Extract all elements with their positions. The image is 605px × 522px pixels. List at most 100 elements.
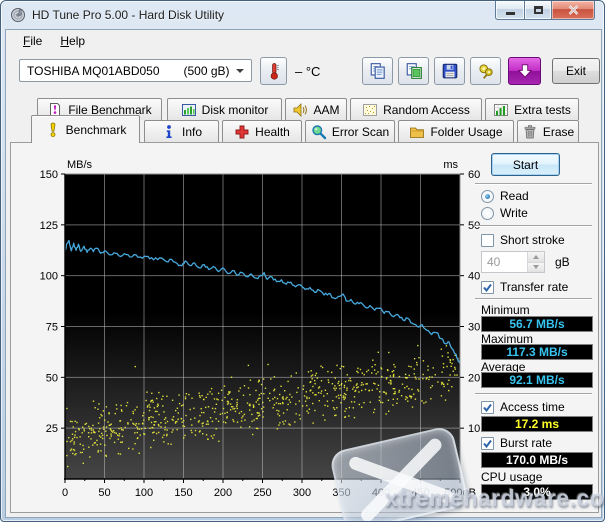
write-radio[interactable]: Write (481, 206, 528, 220)
divider (475, 225, 592, 227)
checkbox-checked-icon (481, 400, 494, 414)
burst-rate-value: 170.0 MB/s (481, 452, 593, 468)
benchmark-controls: Start Read Write Short stroke 40 gB Tran… (471, 143, 597, 512)
options-button[interactable] (470, 57, 501, 85)
tab-info[interactable]: Info (144, 120, 219, 142)
copy-screenshot-button[interactable] (398, 57, 429, 85)
svg-text:150: 150 (174, 487, 192, 499)
svg-text:50: 50 (98, 487, 110, 499)
minimum-label: Minimum (481, 303, 530, 317)
svg-text:300: 300 (293, 487, 311, 499)
start-button[interactable]: Start (491, 153, 560, 176)
triangle-down-icon (533, 265, 539, 270)
svg-text:450: 450 (411, 487, 429, 499)
check-icon (483, 283, 492, 292)
cpu-usage-value: 3.0% (481, 484, 593, 500)
window-controls (495, 1, 595, 20)
disk-monitor-icon (181, 103, 196, 116)
drive-model: TOSHIBA MQ01ABD050 (27, 63, 160, 78)
window-title: HD Tune Pro 5.00 - Hard Disk Utility (32, 8, 225, 22)
read-radio[interactable]: Read (481, 189, 529, 203)
tab-extra-tests[interactable]: Extra tests (485, 98, 579, 120)
thermometer-icon (270, 63, 279, 80)
burst-rate-checkbox[interactable]: Burst rate (481, 436, 552, 450)
menubar: File Help (6, 30, 601, 52)
copy-to-clipboard-button[interactable] (362, 57, 393, 85)
toolbar: TOSHIBA MQ01ABD050 (500 gB) – °C Exit (6, 52, 601, 96)
maximum-value: 117.3 MB/s (481, 344, 593, 360)
svg-text:200: 200 (214, 487, 232, 499)
transfer-rate-checkbox[interactable]: Transfer rate (481, 280, 568, 294)
save-icon (442, 63, 457, 79)
cpu-usage-label: CPU usage (481, 470, 543, 484)
update-check-button[interactable] (508, 57, 541, 85)
svg-text:125: 125 (40, 220, 58, 232)
spinner-value: 40 (487, 255, 501, 269)
app-disk-icon (11, 8, 25, 22)
copy-image-icon (406, 63, 422, 79)
exit-button[interactable]: Exit (552, 58, 600, 84)
check-icon (483, 439, 492, 448)
tab-error-scan[interactable]: Error Scan (305, 120, 395, 142)
access-time-checkbox[interactable]: Access time (481, 400, 565, 414)
trash-icon (524, 124, 536, 138)
info-icon (166, 124, 172, 138)
copy-icon (370, 63, 385, 79)
svg-text:400: 400 (372, 487, 390, 499)
health-cross-icon (235, 125, 249, 138)
folder-icon (410, 127, 425, 138)
svg-text:25: 25 (46, 423, 58, 435)
tab-disk-monitor[interactable]: Disk monitor (167, 98, 282, 120)
minimum-value: 56.7 MB/s (481, 316, 593, 332)
minimize-button[interactable] (495, 1, 524, 20)
radio-selected-icon (481, 189, 494, 203)
divider (475, 183, 592, 185)
benchmark-chart: 0 50 100 150 200 250 300 350 400 450 500gB 150 125 10… (27, 151, 482, 507)
svg-text:150: 150 (40, 169, 58, 181)
checkbox-checked-icon (481, 436, 494, 450)
spinner-down-button[interactable] (528, 262, 544, 272)
menu-help[interactable]: Help (51, 31, 94, 51)
svg-text:0: 0 (62, 487, 68, 499)
extra-tests-icon (494, 103, 509, 116)
tab-aam[interactable]: AAM (285, 98, 347, 120)
svg-text:100: 100 (40, 271, 58, 283)
maximize-button[interactable] (524, 1, 552, 20)
tab-benchmark[interactable]: Benchmark (31, 115, 140, 143)
svg-text:ms: ms (443, 159, 458, 171)
options-icon (478, 64, 493, 79)
benchmark-icon (50, 122, 56, 137)
tab-random-access[interactable]: Random Access (350, 98, 482, 120)
close-icon (568, 5, 578, 15)
chart-canvas: 0 50 100 150 200 250 300 350 400 450 500gB15012510… (40, 159, 481, 499)
checkbox-checked-icon (481, 280, 494, 294)
minimize-icon (505, 11, 515, 15)
close-button[interactable] (552, 1, 595, 20)
drive-selector[interactable]: TOSHIBA MQ01ABD050 (500 gB) (19, 59, 252, 82)
spinner-up-button[interactable] (528, 252, 544, 263)
short-stroke-size-spinner[interactable]: 40 (481, 251, 545, 273)
short-stroke-unit: gB (555, 255, 570, 269)
access-time-value: 17.2 ms (481, 416, 593, 432)
magnifier-icon (312, 124, 327, 139)
svg-text:MB/s: MB/s (67, 159, 93, 171)
divider (475, 298, 592, 300)
temperature-readout: – °C (295, 64, 321, 79)
menu-file[interactable]: File (14, 31, 51, 51)
save-screenshot-button[interactable] (434, 57, 465, 85)
benchmark-page: 0 50 100 150 200 250 300 350 400 450 500gB 150 125 10… (10, 142, 599, 513)
client-area: File Help TOSHIBA MQ01ABD050 (500 gB) – … (5, 29, 604, 521)
short-stroke-checkbox[interactable]: Short stroke (481, 233, 565, 247)
svg-text:250: 250 (253, 487, 271, 499)
check-icon (483, 403, 492, 412)
tab-folder-usage[interactable]: Folder Usage (398, 120, 514, 142)
tab-health[interactable]: Health (222, 120, 302, 142)
app-window: HD Tune Pro 5.00 - Hard Disk Utility Fil… (0, 0, 605, 522)
tab-erase[interactable]: Erase (517, 120, 579, 142)
radio-unselected-icon (481, 206, 494, 220)
triangle-up-icon (533, 254, 539, 259)
svg-text:50: 50 (46, 372, 58, 384)
speaker-icon (294, 102, 308, 117)
temperature-button[interactable] (260, 57, 287, 85)
titlebar[interactable]: HD Tune Pro 5.00 - Hard Disk Utility (1, 1, 604, 29)
